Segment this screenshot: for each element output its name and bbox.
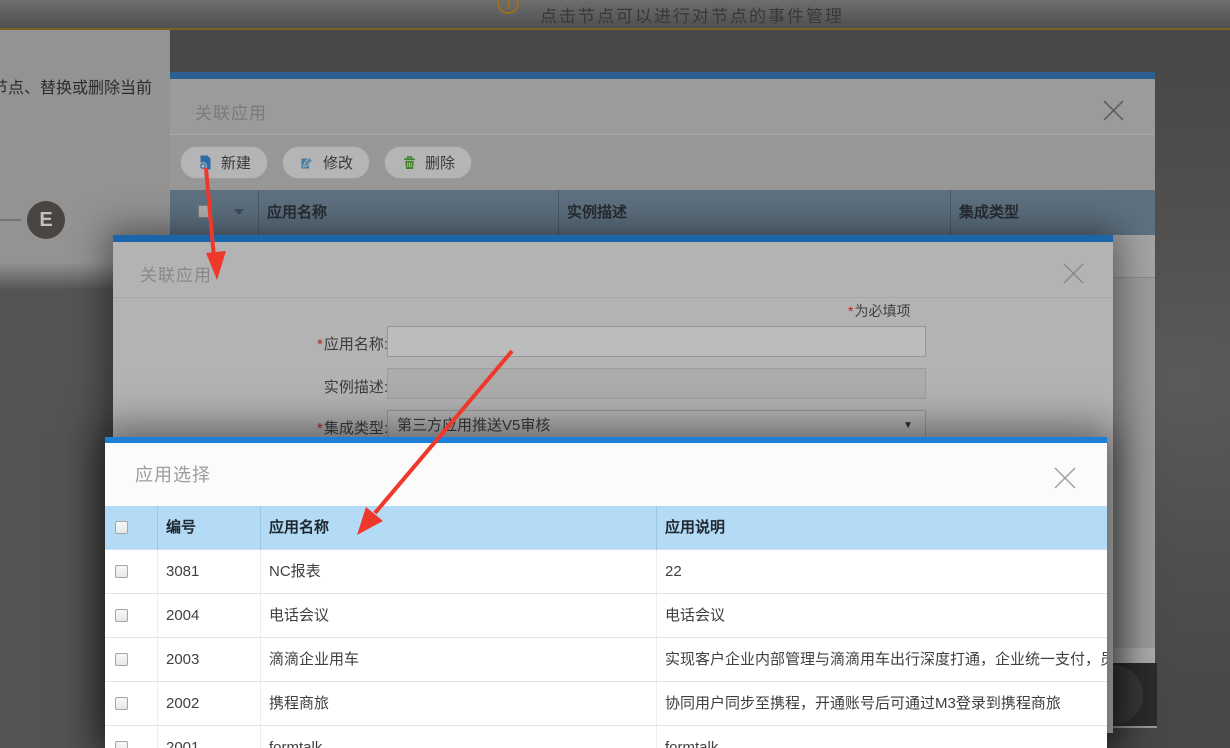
canvas-dark-strip (0, 290, 113, 748)
table-row[interactable]: 2002 携程商旅 协同用户同步至携程，开通账号后可通过M3登录到携程商旅 (105, 682, 1107, 726)
cell-desc: formtalk (656, 726, 1107, 748)
screen: 点击节点可以进行对节点的事件管理 节点、替换或删除当前 E 关联应用 新建 修改… (0, 0, 1230, 748)
cell-name: 电话会议 (260, 594, 656, 637)
info-circle-icon (497, 0, 519, 14)
cell-id: 2002 (157, 682, 260, 725)
required-note: *为必填项 (848, 303, 911, 319)
row-checkbox[interactable] (115, 609, 128, 622)
chevron-down-icon[interactable] (234, 209, 244, 215)
app-name-label: *应用名称: (316, 336, 388, 353)
row-checkbox[interactable] (115, 653, 128, 666)
column-app-name: 应用名称 (260, 506, 656, 550)
select-all-cell (170, 190, 258, 235)
new-button-label: 新建 (221, 155, 252, 172)
table-header-row: 编号 应用名称 应用说明 (105, 506, 1107, 550)
integration-type-label: *集成类型: (316, 420, 388, 437)
toolbar: 新建 修改 删除 (170, 134, 1155, 190)
background-divider (1113, 726, 1157, 728)
app-name-input[interactable] (387, 326, 926, 357)
column-instance-desc: 实例描述 (558, 190, 950, 235)
column-id: 编号 (157, 506, 260, 550)
table-row[interactable]: 2003 滴滴企业用车 实现客户企业内部管理与滴滴用车出行深度打通，企业统一支付… (105, 638, 1107, 682)
edit-icon (301, 156, 314, 169)
flow-connector-line (0, 219, 21, 221)
column-app-name: 应用名称 (258, 190, 558, 235)
close-icon[interactable] (1062, 262, 1085, 285)
selected-option: 第三方应用推送V5审核 (397, 417, 551, 434)
row-checkbox[interactable] (115, 565, 128, 578)
cell-id: 3081 (157, 550, 260, 593)
row-checkbox[interactable] (115, 697, 128, 710)
table-row[interactable]: 2001 formtalk formtalk (105, 726, 1107, 748)
required-star: * (848, 303, 854, 319)
column-integration-type: 集成类型 (950, 190, 1155, 235)
column-app-desc: 应用说明 (656, 506, 1107, 550)
clipped-help-text: 节点、替换或删除当前 (0, 80, 153, 97)
delete-button[interactable]: 删除 (384, 146, 473, 179)
modal-accent-bar (170, 72, 1155, 79)
cell-id: 2001 (157, 726, 260, 748)
new-button[interactable]: 新建 (180, 146, 269, 179)
row-checkbox[interactable] (115, 741, 128, 748)
apps-table-header: 应用名称 实例描述 集成类型 (170, 190, 1155, 235)
close-icon[interactable] (1102, 99, 1125, 122)
select-all-cell (105, 506, 157, 550)
table-row[interactable]: 2004 电话会议 电话会议 (105, 594, 1107, 638)
flow-node-e[interactable]: E (27, 201, 65, 239)
header-divider (113, 297, 1113, 298)
select-all-checkbox[interactable] (198, 205, 211, 218)
delete-button-label: 删除 (425, 155, 456, 172)
select-caret-icon: ▼ (903, 420, 913, 431)
tip-text: 点击节点可以进行对节点的事件管理 (540, 7, 844, 26)
app-select-modal: 应用选择 编号 应用名称 应用说明 3081 NC报表 22 2004 电话会议… (105, 437, 1107, 748)
background-circle-shape (1113, 665, 1143, 725)
trash-icon (404, 156, 416, 169)
cell-desc: 22 (656, 550, 1107, 593)
cell-desc: 电话会议 (656, 594, 1107, 637)
cell-desc: 实现客户企业内部管理与滴滴用车出行深度打通，企业统一支付，员 (656, 638, 1107, 681)
modal-accent-bar (105, 437, 1107, 443)
modal-title: 关联应用 (195, 104, 267, 123)
table-row[interactable]: 3081 NC报表 22 (105, 550, 1107, 594)
instance-desc-input (387, 368, 926, 399)
cell-name: 滴滴企业用车 (260, 638, 656, 681)
cell-id: 2003 (157, 638, 260, 681)
close-icon[interactable] (1053, 466, 1077, 490)
modify-button[interactable]: 修改 (282, 146, 371, 179)
flow-canvas-corner: 节点、替换或删除当前 (0, 30, 170, 262)
select-all-checkbox[interactable] (115, 521, 128, 534)
cell-name: 携程商旅 (260, 682, 656, 725)
cell-id: 2004 (157, 594, 260, 637)
new-doc-icon (199, 155, 211, 170)
designer-tip-bar: 点击节点可以进行对节点的事件管理 (0, 0, 1230, 30)
app-select-table: 编号 应用名称 应用说明 3081 NC报表 22 2004 电话会议 电话会议… (105, 506, 1107, 748)
cell-name: formtalk (260, 726, 656, 748)
instance-desc-label: 实例描述: (323, 379, 388, 396)
modal-title: 应用选择 (135, 465, 211, 485)
modal-title: 关联应用 (140, 266, 212, 285)
modify-button-label: 修改 (323, 155, 354, 172)
background-dark-widget (1113, 663, 1157, 726)
cell-desc: 协同用户同步至携程，开通账号后可通过M3登录到携程商旅 (656, 682, 1107, 725)
cell-name: NC报表 (260, 550, 656, 593)
modal-accent-bar (113, 235, 1113, 242)
